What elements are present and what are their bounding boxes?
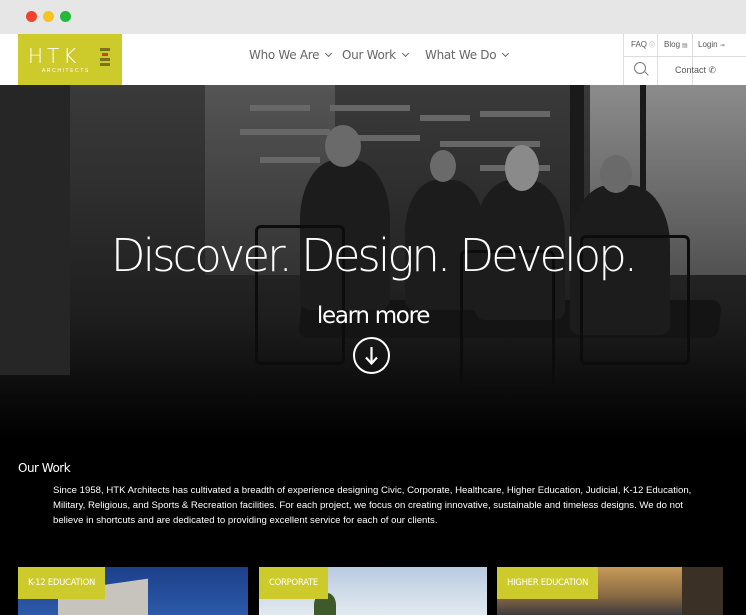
our-work-heading: Our Work bbox=[18, 461, 71, 475]
arrow-down-icon bbox=[365, 347, 378, 366]
divider bbox=[657, 34, 658, 85]
blog-label: Blog bbox=[664, 40, 681, 49]
hero-person-head bbox=[430, 150, 456, 182]
newspaper-icon: ▤ bbox=[682, 43, 688, 49]
nav-our-work[interactable]: Our Work bbox=[342, 48, 409, 62]
chevron-down-icon bbox=[401, 49, 409, 58]
phone-icon: ✆ bbox=[708, 65, 717, 75]
contact-link[interactable]: Contact ✆ bbox=[675, 65, 716, 76]
hero-title: Discover. Design. Develop. bbox=[110, 229, 638, 282]
wall-brick bbox=[240, 129, 330, 135]
logo-wordmark: HTK bbox=[28, 44, 81, 68]
divider bbox=[692, 34, 693, 85]
higher-education-card[interactable]: HIGHER EDUCATION bbox=[497, 567, 723, 615]
wall-brick bbox=[250, 105, 310, 111]
scroll-down-button[interactable] bbox=[353, 337, 390, 374]
minimize-window-dot[interactable] bbox=[43, 11, 54, 22]
corporate-card[interactable]: CORPORATE bbox=[259, 567, 487, 615]
divider bbox=[623, 34, 624, 85]
nav-label: Our Work bbox=[342, 48, 396, 62]
nav-what-we-do[interactable]: What We Do bbox=[425, 48, 510, 62]
wall-brick bbox=[480, 111, 550, 117]
maximize-window-dot[interactable] bbox=[60, 11, 71, 22]
faq-link[interactable]: FAQ ⓘ bbox=[631, 40, 655, 49]
nav-who-we-are[interactable]: Who We Are bbox=[249, 48, 333, 62]
browser-toolbar bbox=[0, 0, 746, 34]
nav-label: What We Do bbox=[425, 48, 497, 62]
faq-label: FAQ bbox=[631, 40, 648, 49]
search-icon[interactable] bbox=[634, 62, 646, 74]
help-circle-icon: ⓘ bbox=[649, 43, 656, 49]
contact-label: Contact bbox=[675, 65, 707, 75]
hero-person-head bbox=[325, 125, 361, 167]
logo-mark-icon bbox=[100, 48, 110, 66]
our-work-description: Since 1958, HTK Architects has cultivate… bbox=[53, 485, 692, 526]
hero-section: Discover. Design. Develop. learn more bbox=[0, 85, 746, 440]
login-link[interactable]: Login ⇥ bbox=[698, 40, 725, 49]
hero-person-head bbox=[505, 145, 539, 191]
card-label: CORPORATE bbox=[259, 567, 328, 599]
wall-brick bbox=[260, 157, 320, 163]
login-arrow-icon: ⇥ bbox=[719, 43, 725, 49]
htk-logo[interactable]: HTK ARCHITECTS bbox=[18, 34, 122, 85]
chevron-down-icon bbox=[502, 49, 510, 58]
card-label: K-12 EDUCATION bbox=[18, 567, 106, 599]
logo-tagline: ARCHITECTS bbox=[42, 68, 90, 74]
card-label: HIGHER EDUCATION bbox=[497, 567, 599, 599]
chevron-down-icon bbox=[325, 49, 333, 58]
close-window-dot[interactable] bbox=[26, 11, 37, 22]
wall-brick bbox=[330, 105, 410, 111]
login-label: Login bbox=[698, 40, 718, 49]
hero-person-head bbox=[600, 155, 632, 193]
divider bbox=[623, 56, 746, 57]
wall-brick bbox=[420, 115, 470, 121]
utility-nav: FAQ ⓘ Blog ▤ Login ⇥ Contact ✆ bbox=[623, 34, 746, 85]
learn-more-link[interactable]: learn more bbox=[0, 303, 746, 329]
nav-label: Who We Are bbox=[249, 48, 320, 62]
blog-link[interactable]: Blog ▤ bbox=[664, 40, 688, 49]
card-image bbox=[682, 567, 723, 615]
k12-education-card[interactable]: K-12 EDUCATION bbox=[18, 567, 248, 615]
